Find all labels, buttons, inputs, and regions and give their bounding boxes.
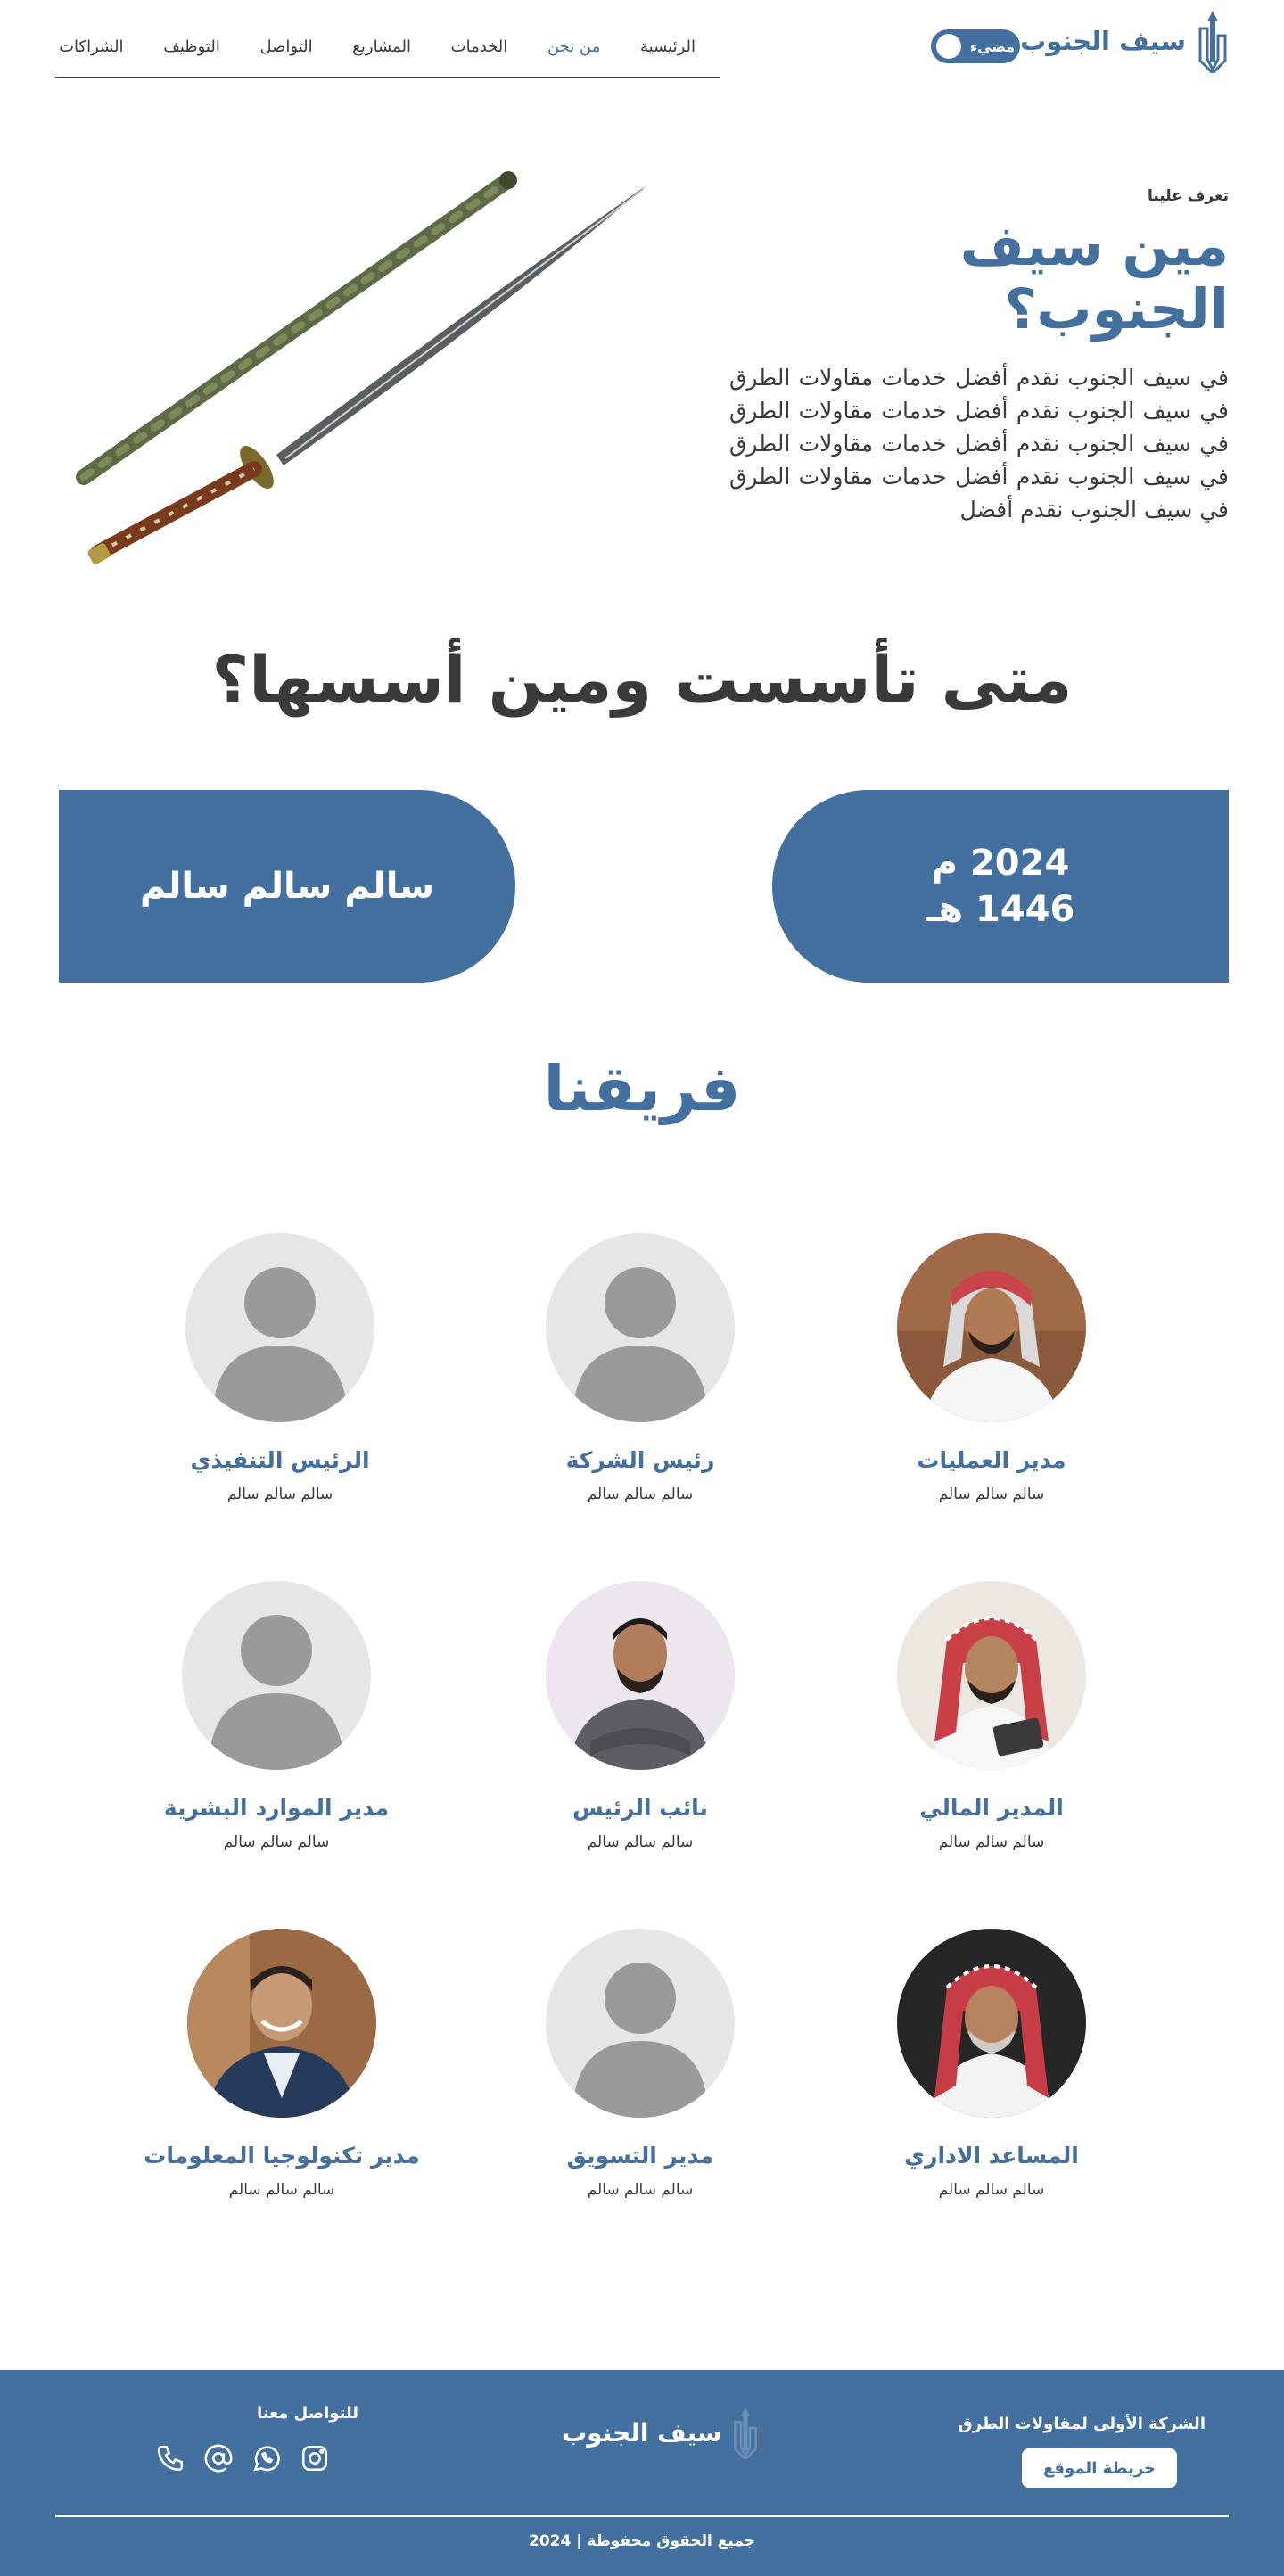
member-name: سالم سالم سالم — [938, 1486, 1045, 1503]
nav-services[interactable]: الخدمات — [451, 37, 508, 56]
sitemap-button[interactable]: خريطة الموقع — [1022, 2448, 1177, 2488]
about-section: تعرف علينا مين سيف الجنوب؟ في سيف الجنوب… — [729, 187, 1229, 526]
user-placeholder-icon — [546, 1929, 735, 2118]
member-photo — [185, 1233, 374, 1422]
nav-careers[interactable]: التوظيف — [163, 37, 220, 56]
contact-label: للتواصل معنا — [257, 2404, 359, 2423]
team-member-card: مدير الموارد البشرية سالم سالم سالم — [98, 1581, 455, 1851]
nav-projects[interactable]: المشاريع — [352, 37, 411, 56]
sword-logo-icon — [1198, 11, 1227, 73]
toggle-knob — [936, 34, 961, 59]
team-member-card: المدير المالي سالم سالم سالم — [813, 1581, 1170, 1851]
phone-icon[interactable] — [153, 2441, 187, 2475]
founded-title: متى تأسست ومين أسسها؟ — [211, 642, 1073, 717]
member-role: رئيس الشركة — [565, 1447, 715, 1473]
member-name: سالم سالم سالم — [587, 1833, 694, 1851]
team-member-card: مدير العمليات سالم سالم سالم — [813, 1233, 1170, 1503]
email-at-icon[interactable] — [202, 2441, 235, 2475]
member-photo — [897, 1581, 1086, 1770]
member-name: سالم سالم سالم — [223, 1833, 330, 1851]
member-name: سالم سالم سالم — [938, 1833, 1045, 1851]
member-photo — [546, 1581, 735, 1770]
team-title: فريقنا — [543, 1052, 741, 1125]
member-name: سالم سالم سالم — [228, 2181, 335, 2199]
team-member-card: نائب الرئيس سالم سالم سالم — [462, 1581, 819, 1851]
man-suit-photo-icon — [187, 1929, 376, 2118]
theme-toggle-label: مضيء — [969, 37, 1015, 55]
member-role: مدير التسويق — [566, 2143, 714, 2169]
user-placeholder-icon — [182, 1581, 371, 1770]
member-name: سالم سالم سالم — [587, 1486, 694, 1503]
site-logo[interactable]: سيف الجنوب — [1020, 9, 1229, 73]
site-header: سيف الجنوب مضيء الرئيسية من نحن الخدمات … — [0, 0, 1284, 89]
member-role: المدير المالي — [919, 1795, 1064, 1821]
member-photo — [187, 1929, 376, 2118]
footer-company-tagline: الشركة الأولى لمقاولات الطرق — [958, 2415, 1206, 2433]
main-nav: الرئيسية من نحن الخدمات المشاريع التواصل… — [55, 25, 720, 78]
theme-toggle[interactable]: مضيء — [931, 29, 1020, 63]
member-role: مدير تكنولوجيا المعلومات — [144, 2143, 420, 2169]
founding-date-card: 2024 م 1446 هـ — [772, 790, 1229, 983]
about-eyebrow: تعرف علينا — [1147, 187, 1229, 205]
member-photo — [182, 1581, 371, 1770]
founding-date-hijri: 1446 هـ — [926, 889, 1075, 930]
member-photo — [897, 1233, 1086, 1422]
user-placeholder-icon — [546, 1233, 735, 1422]
man-grey-sweater-photo-icon — [546, 1581, 735, 1770]
man-white-shemagh-photo-icon — [897, 1233, 1086, 1422]
founder-card: سالم سالم سالم — [59, 790, 515, 983]
founder-name: سالم سالم سالم — [139, 866, 435, 907]
footer-logo[interactable]: سيف الجنوب — [562, 2406, 759, 2459]
member-name: سالم سالم سالم — [226, 1486, 333, 1503]
team-member-card: الرئيس التنفيذي سالم سالم سالم — [102, 1233, 458, 1503]
user-placeholder-icon — [185, 1233, 374, 1422]
site-footer: الشركة الأولى لمقاولات الطرق خريطة الموق… — [0, 2370, 1284, 2576]
member-name: سالم سالم سالم — [938, 2181, 1045, 2199]
man-red-shemagh-beard-photo-icon — [897, 1929, 1086, 2118]
team-member-card: المساعد الاداري سالم سالم سالم — [813, 1929, 1170, 2199]
nav-about[interactable]: من نحن — [547, 37, 600, 56]
logo-text: سيف الجنوب — [1020, 26, 1186, 56]
team-member-card: رئيس الشركة سالم سالم سالم — [462, 1233, 819, 1503]
member-role: نائب الرئيس — [572, 1795, 708, 1821]
founding-date-gregorian: 2024 م — [931, 843, 1070, 884]
member-photo — [546, 1233, 735, 1422]
member-role: مدير الموارد البشرية — [163, 1795, 390, 1821]
member-role: الرئيس التنفيذي — [190, 1447, 370, 1473]
social-links — [153, 2441, 332, 2475]
member-role: المساعد الاداري — [904, 2143, 1079, 2169]
member-name: سالم سالم سالم — [587, 2181, 694, 2199]
sword-logo-icon — [734, 2407, 758, 2459]
about-title: مين سيف الجنوب؟ — [959, 213, 1229, 342]
team-member-card: مدير تكنولوجيا المعلومات سالم سالم سالم — [103, 1929, 460, 2199]
instagram-icon[interactable] — [298, 2441, 332, 2475]
copyright-text: جميع الحقوق محفوظة | 2024 — [529, 2532, 755, 2550]
member-photo — [897, 1929, 1086, 2118]
footer-logo-text: سيف الجنوب — [562, 2417, 722, 2448]
about-body: في سيف الجنوب نقدم أفضل خدمات مقاولات ال… — [729, 364, 1229, 523]
member-photo — [546, 1929, 735, 2118]
footer-divider — [55, 2515, 1229, 2517]
katana-swords-image — [76, 171, 646, 564]
nav-contact[interactable]: التواصل — [259, 37, 312, 56]
whatsapp-icon[interactable] — [250, 2441, 284, 2475]
nav-home[interactable]: الرئيسية — [640, 37, 696, 56]
team-member-card: مدير التسويق سالم سالم سالم — [462, 1929, 819, 2199]
nav-partnerships[interactable]: الشراكات — [59, 37, 123, 56]
member-role: مدير العمليات — [917, 1447, 1066, 1473]
man-red-shemagh-tablet-photo-icon — [897, 1581, 1086, 1770]
